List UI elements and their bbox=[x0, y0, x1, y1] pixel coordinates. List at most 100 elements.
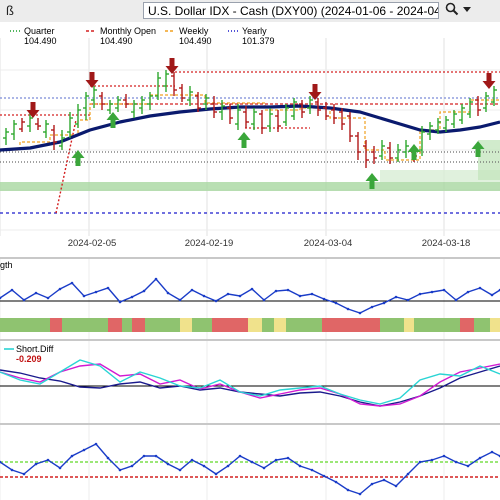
strength-point bbox=[418, 292, 422, 296]
strength-point bbox=[334, 301, 338, 305]
strength-point bbox=[250, 287, 254, 291]
strength-point bbox=[442, 288, 446, 292]
bottom-point bbox=[46, 458, 50, 462]
bottom-point bbox=[334, 480, 338, 484]
bottom-point bbox=[490, 450, 494, 454]
strength-point bbox=[430, 290, 434, 294]
strength-point bbox=[262, 298, 266, 302]
bottom-point bbox=[406, 472, 410, 476]
status-strip-segment bbox=[50, 318, 62, 332]
bottom-point bbox=[286, 456, 290, 460]
bottom-point bbox=[202, 464, 206, 468]
bottom-point bbox=[238, 454, 242, 458]
bottom-point bbox=[298, 464, 302, 468]
status-strip-segment bbox=[274, 318, 286, 332]
support-zone bbox=[0, 182, 500, 191]
x-tick-label: 2024-03-04 bbox=[304, 238, 353, 249]
strength-point bbox=[382, 301, 386, 305]
status-strip-segment bbox=[474, 318, 490, 332]
bottom-point bbox=[478, 456, 482, 460]
strength-point bbox=[22, 298, 26, 302]
status-strip-segment bbox=[262, 318, 274, 332]
strength-point bbox=[154, 277, 158, 281]
bottom-point bbox=[106, 456, 110, 460]
panel-divider bbox=[0, 339, 500, 341]
strength-point bbox=[10, 288, 14, 292]
menu-icon[interactable]: ß bbox=[6, 2, 14, 19]
bottom-point bbox=[322, 474, 326, 478]
x-tick-label: 2024-03-18 bbox=[422, 238, 471, 249]
title-bar: ß U.S. Dollar IDX - Cash (DXY00) (2024-0… bbox=[0, 0, 500, 23]
status-strip-segment bbox=[404, 318, 414, 332]
status-strip-segment bbox=[192, 318, 212, 332]
legend-label: Monthly Open bbox=[100, 26, 156, 36]
strength-point bbox=[118, 300, 122, 304]
strength-point bbox=[70, 281, 74, 285]
bottom-point bbox=[22, 472, 26, 476]
strength-point bbox=[310, 292, 314, 296]
legend-label: Yearly bbox=[242, 26, 267, 36]
strength-point bbox=[370, 305, 374, 309]
bottom-point bbox=[250, 460, 254, 464]
strength-point bbox=[190, 288, 194, 292]
bottom-point bbox=[154, 454, 158, 458]
strength-point bbox=[106, 286, 110, 290]
strength-point bbox=[286, 288, 290, 292]
legend-label: Weekly bbox=[179, 26, 209, 36]
panel-divider bbox=[0, 257, 500, 259]
bottom-point bbox=[178, 468, 182, 472]
bottom-point bbox=[214, 472, 218, 476]
strength-point bbox=[214, 299, 218, 303]
status-strip-segment bbox=[0, 318, 50, 332]
strength-point bbox=[142, 289, 146, 293]
status-strip-segment bbox=[490, 318, 500, 332]
strength-point bbox=[406, 298, 410, 302]
legend-label: Short.Diff bbox=[16, 344, 54, 354]
strength-point bbox=[226, 292, 230, 296]
bottom-point bbox=[34, 462, 38, 466]
caret-down-icon[interactable] bbox=[462, 2, 472, 19]
status-strip-segment bbox=[212, 318, 248, 332]
status-strip-segment bbox=[122, 318, 132, 332]
strength-point bbox=[34, 291, 38, 295]
status-strip-segment bbox=[460, 318, 474, 332]
bottom-point bbox=[454, 460, 458, 464]
strength-point bbox=[490, 293, 494, 297]
strength-point bbox=[130, 295, 134, 299]
bottom-point bbox=[370, 482, 374, 486]
panel-divider bbox=[0, 423, 500, 425]
strength-point bbox=[58, 287, 62, 291]
bottom-point bbox=[310, 468, 314, 472]
bottom-point bbox=[442, 454, 446, 458]
status-strip-segment bbox=[286, 318, 322, 332]
status-strip-segment bbox=[62, 318, 108, 332]
bottom-point bbox=[58, 466, 62, 470]
bottom-point bbox=[130, 464, 134, 468]
legend-value: 104.490 bbox=[100, 36, 133, 46]
strength-point bbox=[202, 294, 206, 298]
strength-point bbox=[274, 289, 278, 293]
strength-point bbox=[178, 298, 182, 302]
bottom-point bbox=[262, 466, 266, 470]
status-strip-segment bbox=[248, 318, 262, 332]
strength-point bbox=[466, 290, 470, 294]
short-diff-panel bbox=[0, 341, 500, 423]
bottom-point bbox=[82, 448, 86, 452]
bottom-point bbox=[142, 454, 146, 458]
search-icon[interactable] bbox=[445, 2, 459, 19]
bottom-point bbox=[466, 464, 470, 468]
symbol-title-field[interactable]: U.S. Dollar IDX - Cash (DXY00) (2024-01-… bbox=[143, 2, 439, 19]
bottom-point bbox=[94, 442, 98, 446]
status-strip-segment bbox=[145, 318, 180, 332]
strength-point bbox=[46, 296, 50, 300]
status-strip-segment bbox=[108, 318, 122, 332]
x-tick-label: 2024-02-19 bbox=[185, 238, 234, 249]
chart-area: Quarter104.490Monthly Open104.490Weekly1… bbox=[0, 22, 500, 500]
status-strip-segment bbox=[414, 318, 460, 332]
bottom-point bbox=[166, 462, 170, 466]
status-strip-segment bbox=[132, 318, 145, 332]
legend-value: -0.209 bbox=[16, 354, 42, 364]
bottom-point bbox=[226, 464, 230, 468]
strength-point bbox=[94, 290, 98, 294]
bottom-point bbox=[358, 492, 362, 496]
